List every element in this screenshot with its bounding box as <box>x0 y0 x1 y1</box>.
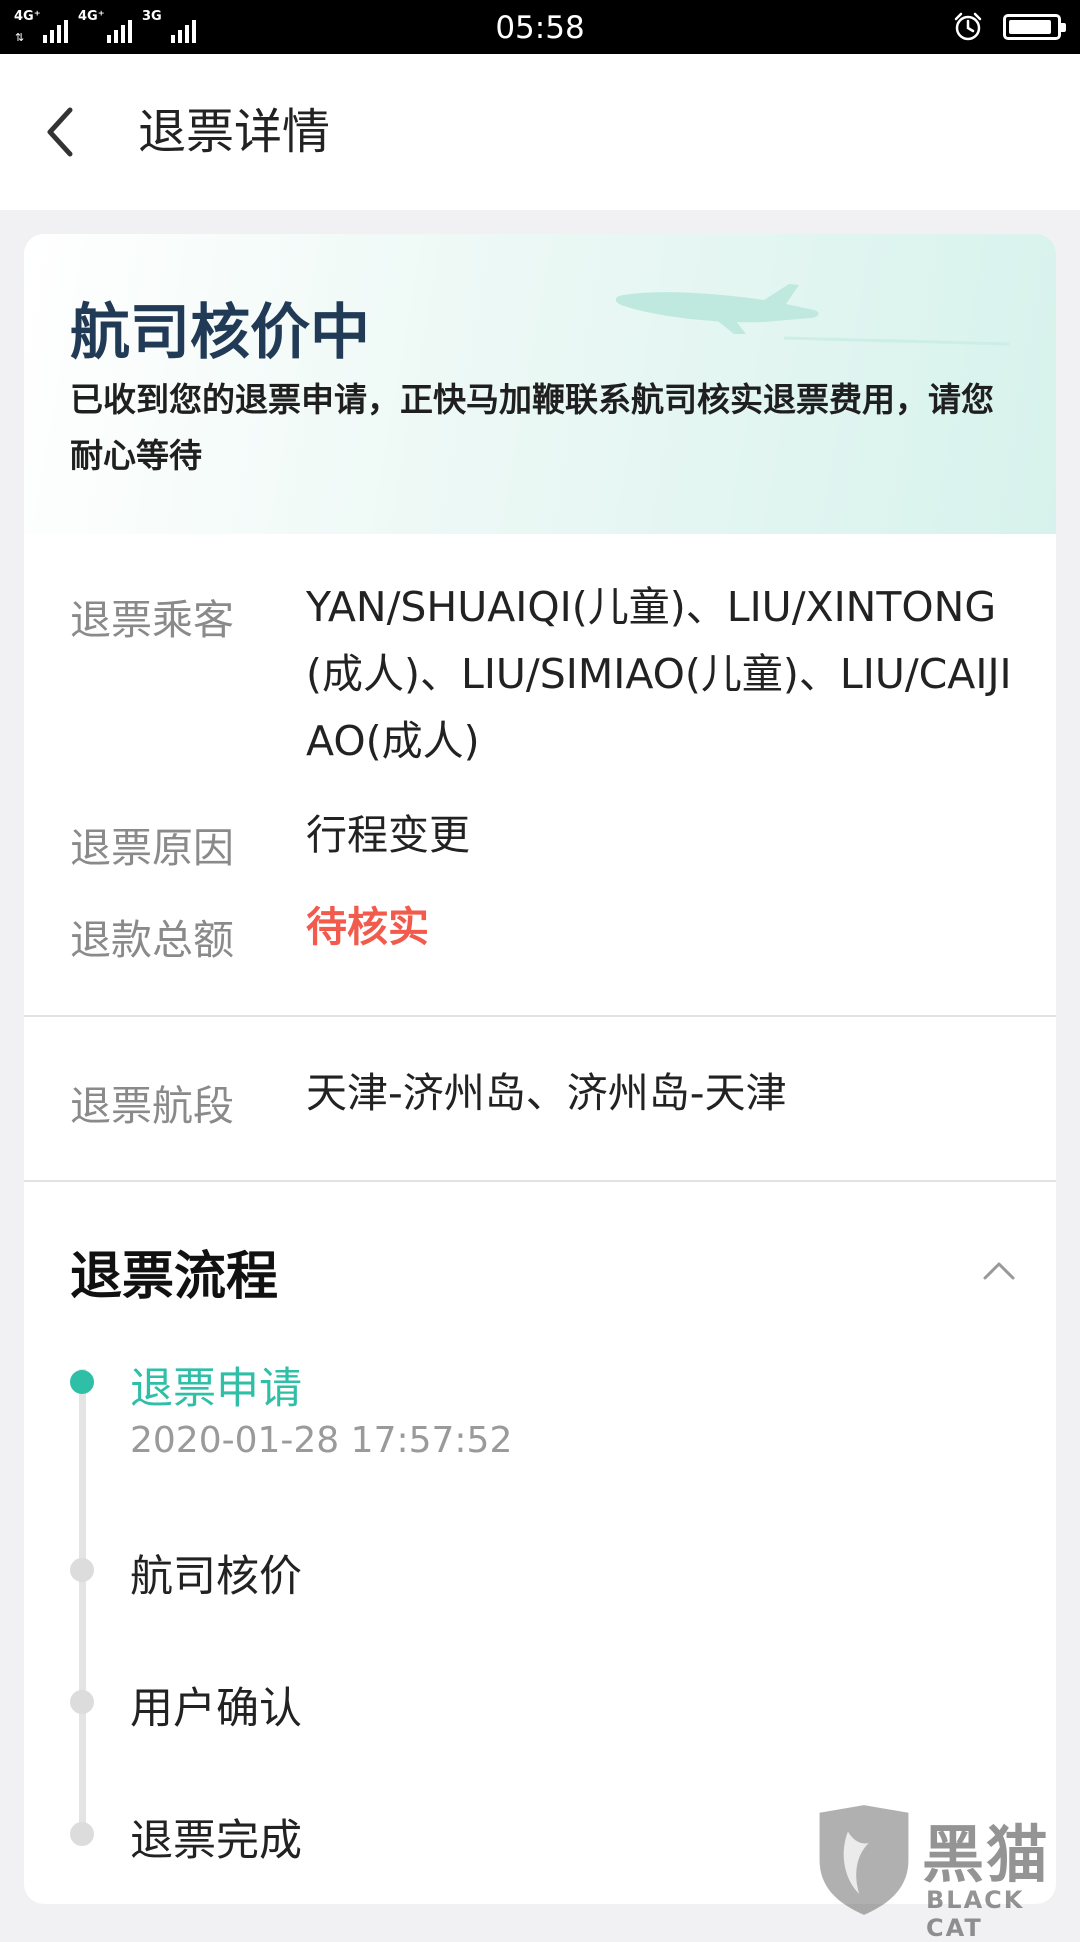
refund-detail-card: 航司核价中 已收到您的退票申请，正快马加鞭联系航司核实退票费用，请您耐心等待 退… <box>24 234 1056 1904</box>
step-dot-active <box>70 1370 94 1394</box>
app-header: 退票详情 <box>0 54 1080 210</box>
page-title: 退票详情 <box>138 104 331 160</box>
clock: 05:58 <box>495 10 585 46</box>
status-banner: 航司核价中 已收到您的退票申请，正快马加鞭联系航司核实退票费用，请您耐心等待 <box>24 234 1056 534</box>
reason-label: 退票原因 <box>70 824 234 872</box>
watermark-subtext: BLACK CAT <box>926 1886 1025 1942</box>
passengers-label: 退票乘客 <box>70 596 234 644</box>
step-dot <box>70 1822 94 1846</box>
segments-value: 天津-济州岛、济州岛-天津 <box>306 1069 787 1117</box>
segments-label: 退票航段 <box>70 1082 234 1130</box>
status-bar: 4G⁺ ⇅ 4G⁺ 3G 05:58 <box>0 0 1080 54</box>
status-description: 已收到您的退票申请，正快马加鞭联系航司核实退票费用，请您耐心等待 <box>70 380 994 475</box>
watermark-text: 黑猫 <box>922 1818 1051 1891</box>
step-label: 用户确认 <box>130 1684 302 1734</box>
status-title: 航司核价中 <box>70 298 370 368</box>
refund-total-label: 退款总额 <box>70 916 234 964</box>
airplane-icon <box>615 284 1010 346</box>
battery-icon <box>1003 14 1066 40</box>
reason-value: 行程变更 <box>306 811 470 859</box>
watermark: 黑猫 BLACK CAT <box>808 1800 1080 1942</box>
step-label: 航司核价 <box>130 1552 302 1602</box>
battery-fill <box>1009 20 1052 34</box>
back-arrow-icon[interactable] <box>40 102 80 162</box>
chevron-up-icon[interactable] <box>979 1256 1019 1286</box>
timeline-line <box>79 1369 86 1829</box>
passengers-value: YAN/SHUAIQI(儿童)、LIU/XINTONG(成人)、LIU/SIMI… <box>306 583 1012 765</box>
divider <box>24 1180 1056 1182</box>
step-dot <box>70 1558 94 1582</box>
process-title: 退票流程 <box>70 1247 279 1307</box>
step-label: 退票申请 <box>130 1364 302 1414</box>
step-time: 2020-01-28 17:57:52 <box>130 1420 513 1461</box>
cat-shield-logo-icon <box>819 1805 909 1915</box>
divider <box>24 1015 1056 1017</box>
step-dot <box>70 1690 94 1714</box>
refund-total-value: 待核实 <box>306 903 429 951</box>
step-label: 退票完成 <box>130 1816 302 1866</box>
alarm-icon <box>954 12 982 41</box>
